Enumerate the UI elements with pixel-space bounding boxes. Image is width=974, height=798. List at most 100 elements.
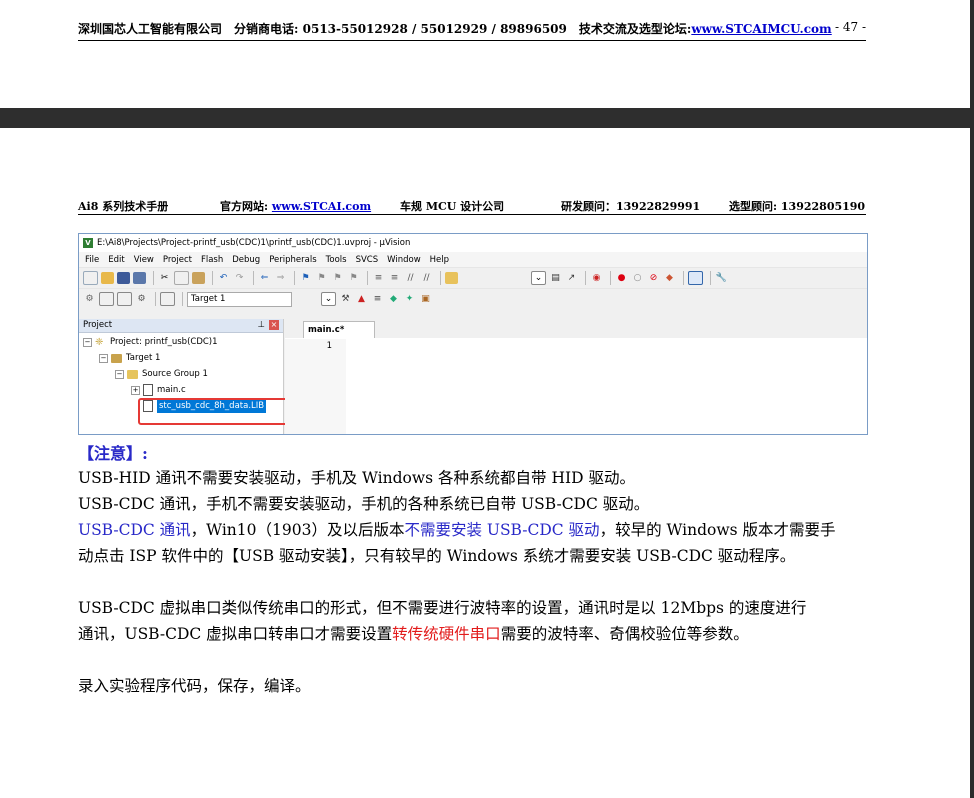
target-options-icon[interactable]: ⚒ [339, 293, 352, 305]
clear-bookmarks-icon[interactable]: ⚑ [347, 272, 360, 284]
target-select[interactable]: Target 1 [187, 291, 292, 307]
new-file-icon[interactable] [83, 271, 98, 285]
configure-icon[interactable]: 🔧 [715, 272, 728, 284]
disable-breakpoint-icon[interactable]: ○ [631, 272, 644, 284]
menu-flash[interactable]: Flash [201, 255, 223, 265]
note-line-4: 动点击 ISP 软件中的【USB 驱动安装】，只有较早的 Windows 系统才… [78, 547, 796, 565]
line-gutter: 1 [285, 339, 346, 434]
tree-target[interactable]: − Target 1 [99, 351, 160, 365]
select-packs-icon[interactable]: ◆ [387, 293, 400, 305]
no-driver-needed: 不需要安装 USB-CDC 驱动 [404, 521, 600, 539]
find-dropdown-icon[interactable]: ⌄ [531, 271, 546, 285]
rd-consultant: 研发顾问：13922829991 [561, 200, 701, 213]
open-folder-icon[interactable] [101, 272, 114, 284]
project-panel-title: Project [83, 320, 113, 330]
prev-bookmark-icon[interactable]: ⚑ [315, 272, 328, 284]
tab-main-c[interactable]: main.c* [303, 321, 375, 338]
expand-toggle-icon[interactable]: + [131, 385, 140, 395]
slogan: 车规 MCU 设计公司 [400, 200, 505, 213]
tab-label: main.c* [308, 325, 345, 335]
note-line-3-part4: ，较早的 Windows 版本才需要手 [599, 521, 836, 539]
build-icon[interactable] [99, 292, 114, 306]
paragraph-3: 录入实验程序代码，保存，编译。 [78, 677, 311, 695]
target-dropdown-icon[interactable]: ⌄ [321, 292, 336, 306]
note-line-1: USB-HID 通讯不需要安装驱动，手机及 Windows 各种系统都自带 HI… [78, 469, 635, 487]
tree-file-main[interactable]: + main.c [131, 383, 186, 397]
tree-group-label: Source Group 1 [142, 369, 208, 379]
selection-consultant: 选型顾问: 13922805190 [729, 200, 866, 213]
indent-icon[interactable]: ≡ [372, 272, 385, 284]
pack-installer-icon[interactable]: ▣ [419, 293, 432, 305]
tree-project[interactable]: − ❈ Project: printf_usb(CDC)1 [83, 335, 218, 349]
cut-icon[interactable]: ✂ [158, 272, 171, 284]
page-header-top: 深圳国芯人工智能有限公司 分销商电话: 0513-55012928 / 55012… [78, 20, 866, 41]
project-panel-header: Project ⊥ × [79, 319, 283, 333]
toolbar-separator [683, 271, 684, 285]
collapse-toggle-icon[interactable]: − [99, 353, 108, 363]
target-folder-icon [111, 353, 122, 363]
menu-peripherals[interactable]: Peripherals [269, 255, 316, 265]
collapse-toggle-icon[interactable]: − [115, 369, 124, 379]
highlight-box [138, 398, 288, 425]
next-bookmark-icon[interactable]: ⚑ [331, 272, 344, 284]
rte-icon[interactable]: ✦ [403, 293, 416, 305]
page-edge [970, 0, 974, 798]
menu-window[interactable]: Window [387, 255, 421, 265]
save-icon[interactable] [117, 272, 130, 284]
disable-all-breakpoints-icon[interactable]: ⊘ [647, 272, 660, 284]
note-line-2: USB-CDC 通讯，手机不需要安装驱动，手机的各种系统已自带 USB-CDC … [78, 495, 650, 513]
redo-icon[interactable]: ↷ [233, 272, 246, 284]
file-icon [143, 384, 153, 396]
pin-icon[interactable]: ⊥ [258, 319, 265, 332]
manage-components-icon[interactable]: ▲ [355, 293, 368, 305]
paragraph-2-line-2: 通讯，USB-CDC 虚拟串口转串口才需要设置转传统硬件串口需要的波特率、奇偶校… [78, 621, 749, 647]
unindent-icon[interactable]: ≡ [388, 272, 401, 284]
menu-file[interactable]: File [85, 255, 99, 265]
menu-debug[interactable]: Debug [232, 255, 260, 265]
rebuild-icon[interactable] [117, 292, 132, 306]
page-gap [0, 108, 970, 128]
paragraph-2-part1: 通讯，USB-CDC 虚拟串口转串口才需要设置 [78, 625, 393, 643]
paragraph-2-part3: 需要的波特率、奇偶校验位等参数。 [500, 625, 749, 643]
copy-icon[interactable] [174, 271, 189, 285]
find-icon[interactable]: ▤ [549, 272, 562, 284]
tree-project-label: Project: printf_usb(CDC)1 [110, 337, 218, 347]
forum-link[interactable]: www.STCAIMCU.com [691, 22, 831, 36]
nav-forward-icon[interactable]: ⇒ [274, 272, 287, 284]
official-site: 官方网站: www.STCAI.com [220, 198, 371, 214]
menu-svcs[interactable]: SVCS [356, 255, 379, 265]
comment-icon[interactable]: // [404, 272, 417, 284]
menu-view[interactable]: View [134, 255, 154, 265]
save-all-icon[interactable] [133, 272, 146, 284]
nav-back-icon[interactable]: ⇐ [258, 272, 271, 284]
undo-icon[interactable]: ↶ [217, 272, 230, 284]
kill-breakpoints-icon[interactable]: ◆ [663, 272, 676, 284]
bookmark-icon[interactable]: ⚑ [299, 272, 312, 284]
find-in-files-icon[interactable] [445, 272, 458, 284]
toolbar-separator [212, 271, 213, 285]
incremental-find-icon[interactable]: ↗ [565, 272, 578, 284]
file-extensions-icon[interactable]: ≡ [371, 293, 384, 305]
editor-tabs: main.c* [285, 319, 867, 338]
paste-icon[interactable] [192, 272, 205, 284]
debug-session-icon[interactable]: ◉ [590, 272, 603, 284]
site-link[interactable]: www.STCAI.com [272, 200, 371, 213]
translate-icon[interactable]: ⚙ [83, 293, 96, 305]
download-icon[interactable] [160, 292, 175, 306]
toolbar-separator [153, 271, 154, 285]
window-layout-icon[interactable] [688, 271, 703, 285]
menu-help[interactable]: Help [430, 255, 449, 265]
menu-project[interactable]: Project [163, 255, 192, 265]
window-title: E:\Ai8\Projects\Project-printf_usb(CDC)1… [97, 238, 411, 248]
paragraph-2-line-1: USB-CDC 虚拟串口类似传统串口的形式，但不需要进行波特率的设置，通讯时是以… [78, 599, 807, 617]
line-number: 1 [326, 341, 332, 351]
toolbar-main: ✂ ↶ ↷ ⇐ ⇒ ⚑ ⚑ ⚑ ⚑ ≡ ≡ // // ⌄ ▤ ↗ ◉ ● ○ … [79, 267, 867, 288]
breakpoint-icon[interactable]: ● [615, 272, 628, 284]
menu-edit[interactable]: Edit [108, 255, 124, 265]
tree-source-group[interactable]: − Source Group 1 [115, 367, 208, 381]
batch-build-icon[interactable]: ⚙ [135, 293, 148, 305]
collapse-toggle-icon[interactable]: − [83, 337, 92, 347]
close-icon[interactable]: × [269, 320, 279, 330]
uncomment-icon[interactable]: // [420, 272, 433, 284]
menu-tools[interactable]: Tools [326, 255, 347, 265]
